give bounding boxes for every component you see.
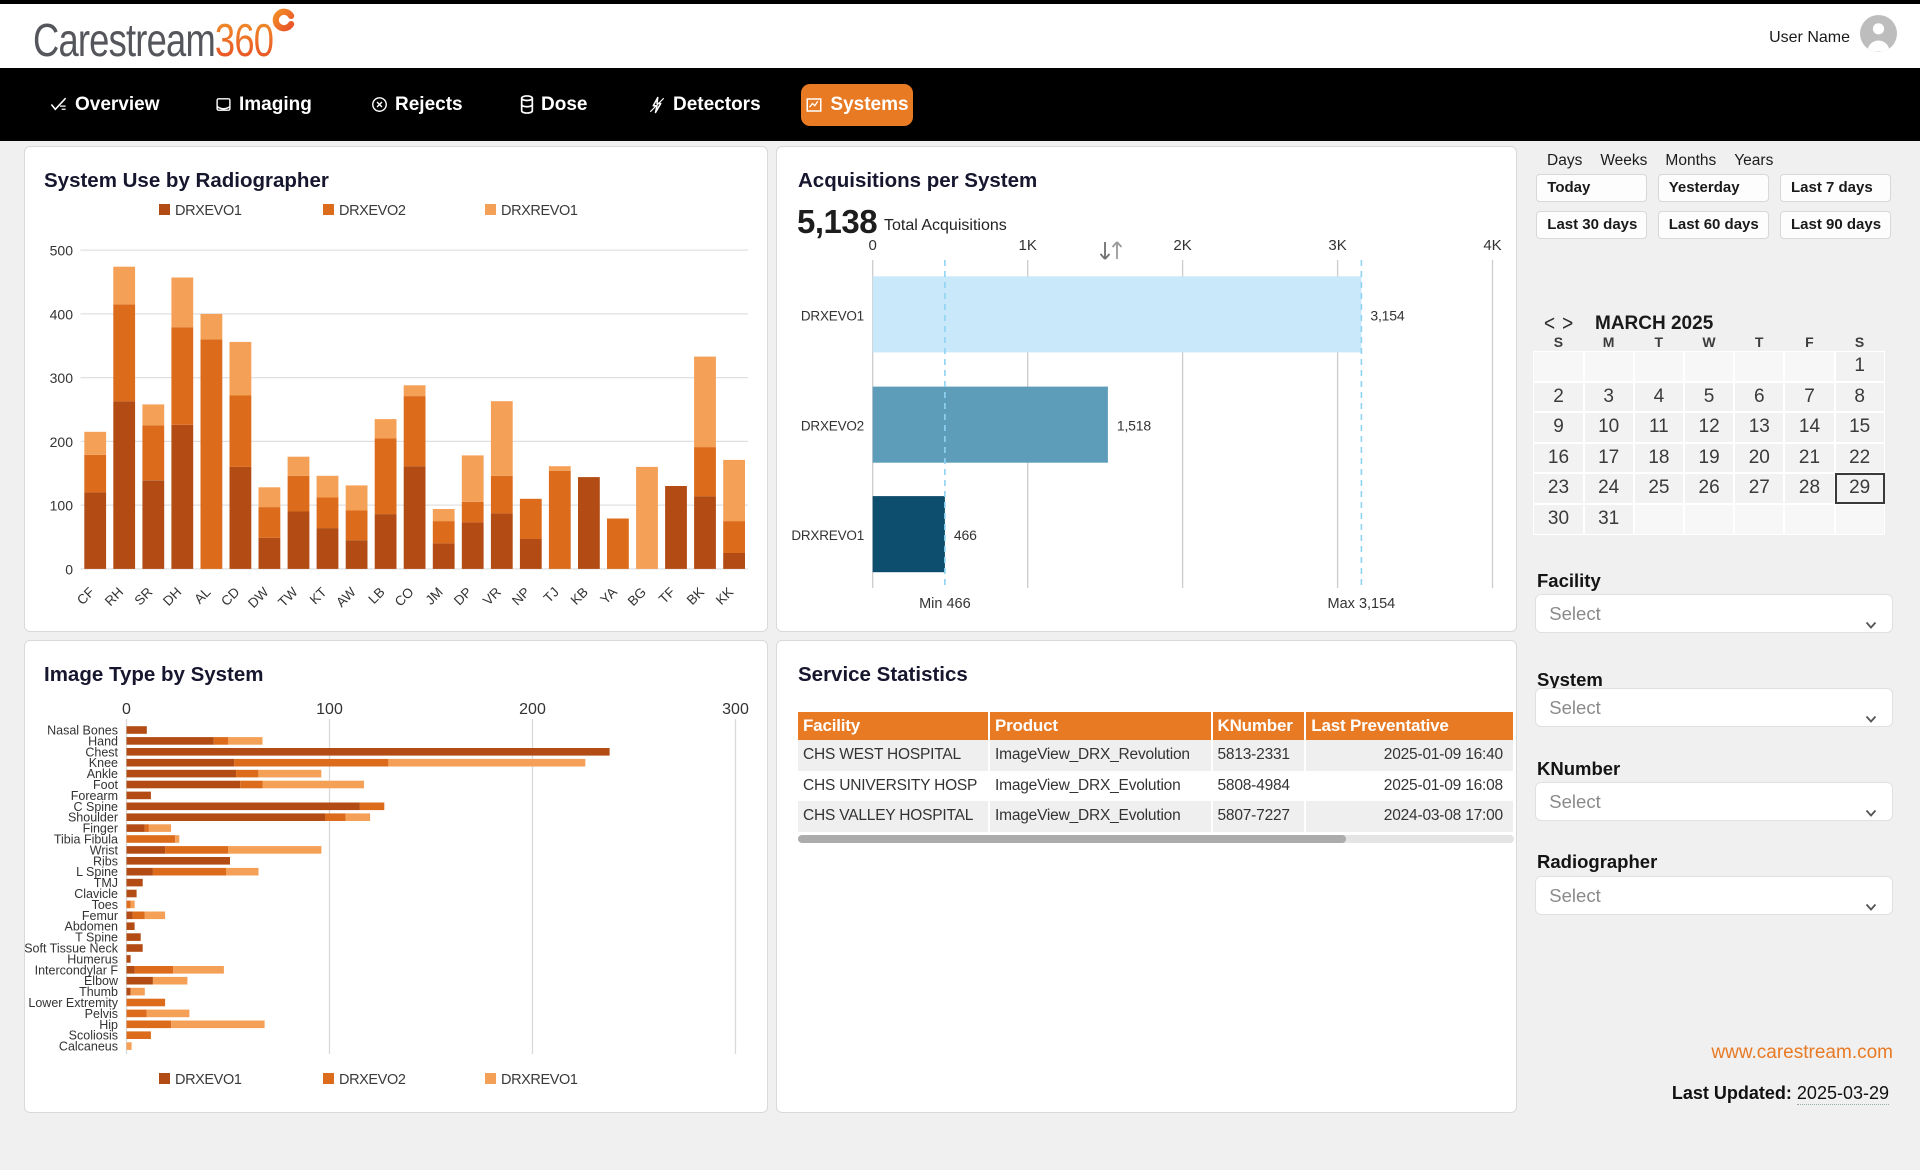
svg-text:3,154: 3,154 [1370,307,1404,323]
svg-text:300: 300 [50,370,74,386]
svg-text:CO: CO [392,584,417,609]
svg-text:DH: DH [160,584,184,608]
svg-text:100: 100 [316,701,343,718]
svg-text:DRXREVO1: DRXREVO1 [791,528,864,543]
svg-text:0: 0 [869,237,877,254]
svg-text:KB: KB [568,584,591,607]
svg-text:KK: KK [713,584,736,607]
svg-text:400: 400 [50,306,74,322]
svg-text:Min 466: Min 466 [919,596,971,612]
svg-text:Calcaneus: Calcaneus [59,1040,118,1054]
svg-text:0: 0 [65,561,73,577]
svg-text:0: 0 [122,701,131,718]
svg-text:RH: RH [102,584,126,608]
svg-text:466: 466 [954,527,977,543]
svg-text:AL: AL [191,584,214,607]
svg-text:200: 200 [519,701,546,718]
svg-text:LB: LB [365,584,387,606]
svg-text:VR: VR [480,584,504,608]
svg-text:100: 100 [50,498,74,514]
svg-text:3K: 3K [1328,237,1346,254]
svg-text:YA: YA [597,584,620,607]
svg-text:CD: CD [218,584,243,609]
svg-text:AW: AW [333,584,359,610]
svg-text:DW: DW [245,584,272,611]
svg-text:DRXEVO2: DRXEVO2 [801,419,864,434]
svg-text:DRXEVO1: DRXEVO1 [801,308,864,323]
svg-text:300: 300 [722,701,749,718]
svg-text:JM: JM [422,584,445,607]
svg-text:1K: 1K [1019,237,1037,254]
svg-text:500: 500 [50,243,74,259]
svg-text:Max 3,154: Max 3,154 [1328,596,1396,612]
svg-text:NP: NP [509,584,533,608]
svg-text:TW: TW [275,584,301,610]
svg-text:TF: TF [656,584,678,606]
svg-text:TJ: TJ [541,584,562,605]
svg-text:KT: KT [307,584,330,607]
svg-text:1,518: 1,518 [1117,418,1151,434]
svg-text:200: 200 [50,434,74,450]
svg-text:CF: CF [74,584,97,607]
svg-text:BK: BK [684,584,707,607]
svg-text:DP: DP [451,584,475,608]
svg-text:BG: BG [625,584,649,608]
svg-text:4K: 4K [1483,237,1501,254]
svg-text:2K: 2K [1173,237,1191,254]
svg-text:SR: SR [132,584,156,608]
